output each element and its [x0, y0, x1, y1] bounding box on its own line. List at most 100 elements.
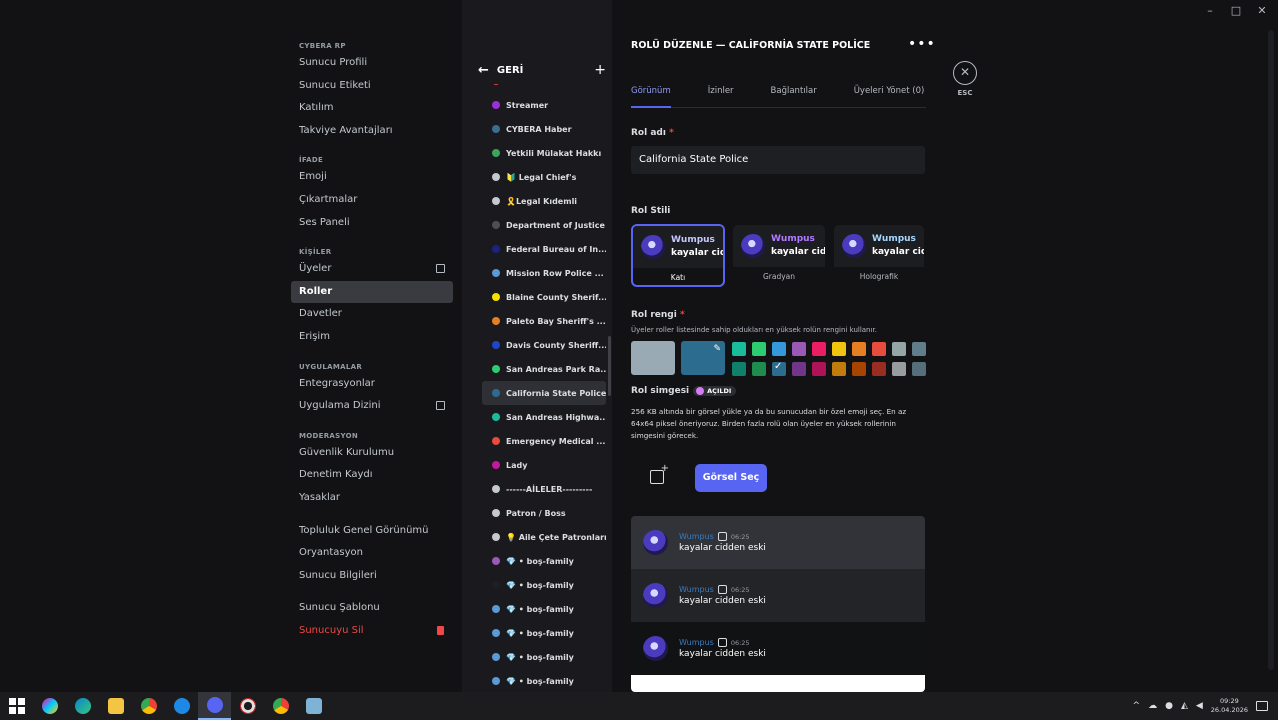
color-swatch[interactable] [752, 362, 766, 376]
role-item[interactable]: Mission Row Police ... [482, 261, 606, 285]
notification-icon[interactable] [1256, 701, 1268, 711]
more-options-button[interactable]: ••• [908, 36, 936, 52]
sidebar-item-eri-im[interactable]: Erişim [291, 326, 453, 349]
sidebar-item-sunucu-profili[interactable]: Sunucu Profili [291, 52, 453, 75]
color-swatch[interactable] [792, 342, 806, 356]
discord-icon[interactable] [198, 692, 231, 720]
start-icon[interactable] [0, 692, 33, 720]
role-item[interactable]: 💎 • boş-family [482, 645, 606, 669]
role-item[interactable]: Emergency Medical ... [482, 429, 606, 453]
copilot-icon[interactable] [33, 692, 66, 720]
tab-i-zinler[interactable]: İzinler [708, 82, 734, 107]
color-swatch[interactable] [912, 362, 926, 376]
color-swatch[interactable] [732, 342, 746, 356]
role-item[interactable]: San Andreas Park Ra... [482, 357, 606, 381]
sidebar-item-server-template[interactable]: Sunucu Şablonu [291, 597, 453, 620]
chrome-alt-icon[interactable] [264, 692, 297, 720]
close-window-button[interactable]: ✕ [1256, 4, 1268, 17]
file-explorer-icon[interactable] [99, 692, 132, 720]
sidebar-item-ses-paneli[interactable]: Ses Paneli [291, 212, 453, 235]
color-swatch[interactable] [812, 362, 826, 376]
close-icon[interactable]: ✕ [953, 61, 977, 85]
tab-yeleri-y-net-0[interactable]: Üyeleri Yönet (0) [854, 82, 925, 107]
color-swatch[interactable] [792, 362, 806, 376]
add-role-button[interactable]: + [594, 62, 606, 78]
minimize-button[interactable]: – [1204, 4, 1216, 17]
back-arrow-icon[interactable]: ← [478, 63, 489, 78]
sidebar-item-yasaklar[interactable]: Yasaklar [291, 487, 453, 510]
role-item[interactable]: Lady [482, 453, 606, 477]
role-item[interactable]: 💎 • boş-family [482, 549, 606, 573]
color-swatch[interactable] [892, 362, 906, 376]
edge-icon[interactable] [66, 692, 99, 720]
system-clock[interactable]: 09:29 26.04.2026 [1211, 697, 1248, 715]
sidebar-item-yeler[interactable]: Üyeler [291, 258, 453, 281]
role-item[interactable]: California State Police [482, 381, 606, 405]
color-swatch[interactable] [772, 342, 786, 356]
maximize-button[interactable]: □ [1230, 4, 1242, 17]
role-item[interactable]: San Andreas Highwa... [482, 405, 606, 429]
color-swatch[interactable] [872, 342, 886, 356]
color-swatch[interactable] [852, 342, 866, 356]
sidebar-item-davetler[interactable]: Davetler [291, 303, 453, 326]
role-item[interactable]: ------AİLELER--------- [482, 477, 606, 501]
custom-color-swatch[interactable]: ✎ [681, 341, 725, 375]
sidebar-item-emoji[interactable]: Emoji [291, 166, 453, 189]
role-item[interactable]: ♡ Koramal Stali [482, 84, 606, 93]
sidebar-item-g-venlik-kurulumu[interactable]: Güvenlik Kurulumu [291, 442, 453, 465]
back-label[interactable]: GERİ [497, 65, 523, 76]
role-item[interactable]: 🔰 Legal Chief's [482, 165, 606, 189]
choose-image-button[interactable]: Görsel Seç [695, 464, 767, 492]
volume-icon[interactable]: ◀ [1196, 701, 1203, 711]
notepad-icon[interactable] [297, 692, 330, 720]
roles-scrollbar[interactable] [608, 336, 611, 396]
role-item[interactable]: 💎 • boş-family [482, 597, 606, 621]
page-scrollbar[interactable] [1268, 30, 1274, 670]
color-swatch[interactable] [752, 342, 766, 356]
color-swatch[interactable] [872, 362, 886, 376]
color-swatch[interactable] [732, 362, 746, 376]
role-item[interactable]: 💡 Aile Çete Patronları [482, 525, 606, 549]
vpn-icon[interactable] [165, 692, 198, 720]
sidebar-item-oryantasyon[interactable]: Oryantasyon [291, 542, 453, 565]
tab-g-r-n-m[interactable]: Görünüm [631, 82, 671, 108]
delete-server-button[interactable]: Sunucuyu Sil [291, 620, 453, 643]
network-icon[interactable]: ☁ [1148, 701, 1157, 711]
color-swatch[interactable] [912, 342, 926, 356]
tab-ba-lant-lar[interactable]: Bağlantılar [771, 82, 817, 107]
role-item[interactable]: Blaine County Sherif... [482, 285, 606, 309]
role-item[interactable]: 🎗️Legal Kıdemli [482, 189, 606, 213]
color-swatch[interactable]: ✓ [772, 361, 786, 376]
sidebar-item-denetim-kayd[interactable]: Denetim Kaydı [291, 464, 453, 487]
role-item[interactable]: Patron / Boss [482, 501, 606, 525]
style-option-kat[interactable]: Wumpus kayalar cidd Katı [631, 224, 725, 287]
style-option-holografik[interactable]: Wumpus kayalar cidc Holografik [833, 224, 925, 287]
sidebar-item-entegrasyonlar[interactable]: Entegrasyonlar [291, 373, 453, 396]
sidebar-item-uygulama-dizini[interactable]: Uygulama Dizini [291, 395, 453, 418]
role-item[interactable]: 💎 • boş-family [482, 573, 606, 597]
sidebar-item-topluluk-genel-g-r-n-m[interactable]: Topluluk Genel Görünümü [291, 520, 453, 543]
sidebar-item-roller[interactable]: Roller [291, 280, 453, 304]
role-name-input[interactable]: California State Police [631, 146, 925, 174]
color-swatch[interactable] [832, 362, 846, 376]
sidebar-item-kartmalar[interactable]: Çıkartmalar [291, 189, 453, 212]
opera-icon[interactable] [231, 692, 264, 720]
sidebar-item-sunucu-bilgileri[interactable]: Sunucu Bilgileri [291, 565, 453, 588]
sidebar-item-kat-l-m[interactable]: Katılım [291, 97, 453, 120]
role-item[interactable]: 💎 • boş-family [482, 621, 606, 645]
role-item[interactable]: Paleto Bay Sheriff's ... [482, 309, 606, 333]
role-item[interactable]: Federal Bureau of In... [482, 237, 606, 261]
role-item[interactable]: 💎 • boş-family [482, 669, 606, 692]
esc-close[interactable]: ✕ ESC [953, 61, 977, 97]
wifi-icon[interactable]: ◭ [1181, 701, 1188, 711]
role-item[interactable]: Davis County Sheriff... [482, 333, 606, 357]
role-item[interactable]: CYBERA Haber [482, 117, 606, 141]
chrome-icon[interactable] [132, 692, 165, 720]
mic-icon[interactable]: ● [1165, 701, 1173, 711]
tray-caret-icon[interactable]: ^ [1133, 701, 1141, 711]
sidebar-item-sunucu-etiketi[interactable]: Sunucu Etiketi [291, 75, 453, 98]
color-swatch[interactable] [812, 342, 826, 356]
color-swatch[interactable] [852, 362, 866, 376]
role-item[interactable]: Yetkili Mülakat Hakkı [482, 141, 606, 165]
role-item[interactable]: Streamer [482, 93, 606, 117]
